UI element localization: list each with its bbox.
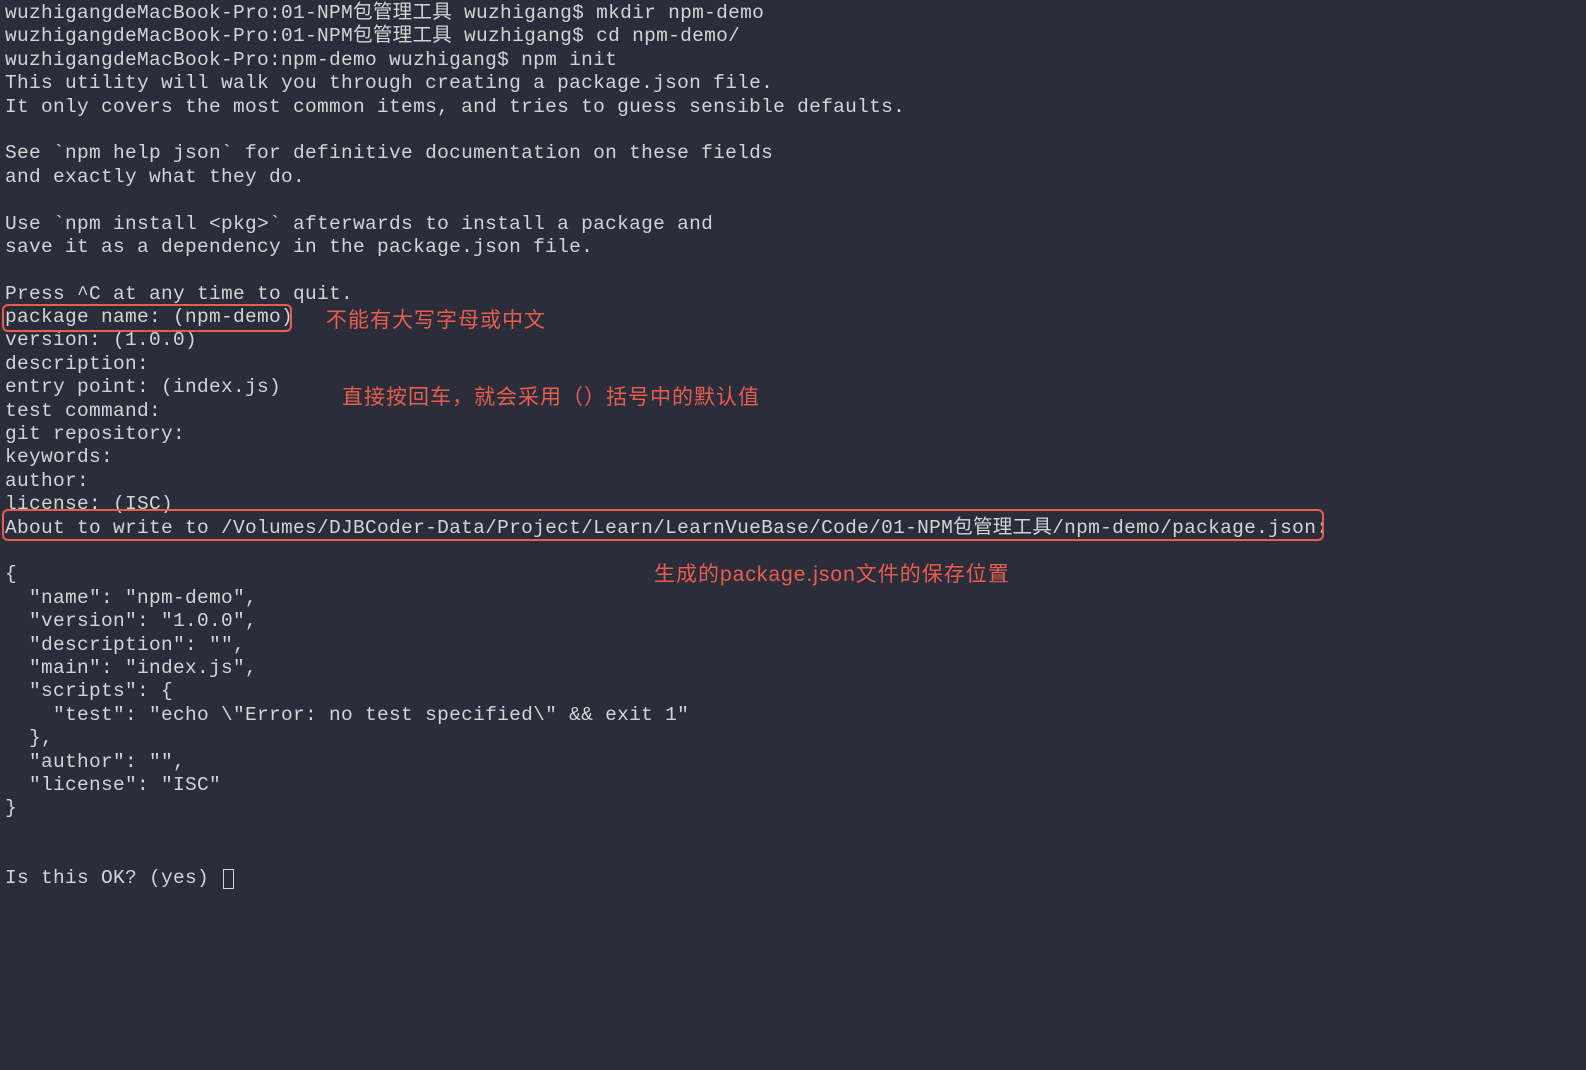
confirm-prompt-text: Is this OK? (yes) (5, 867, 221, 889)
terminal-line: "version": "1.0.0", (5, 610, 1581, 633)
terminal-line-package-name: package name: (npm-demo) (5, 306, 1581, 329)
cursor-icon (223, 869, 234, 889)
terminal-line (5, 119, 1581, 142)
terminal-prompt-confirm[interactable]: Is this OK? (yes) (5, 867, 1581, 890)
terminal-line: license: (ISC) (5, 493, 1581, 516)
terminal-line (5, 259, 1581, 282)
terminal-line: "description": "", (5, 634, 1581, 657)
terminal-line: git repository: (5, 423, 1581, 446)
terminal-line: See `npm help json` for definitive docum… (5, 142, 1581, 165)
terminal-line: "scripts": { (5, 680, 1581, 703)
terminal-line (5, 189, 1581, 212)
terminal-line: "author": "", (5, 751, 1581, 774)
terminal-line (5, 540, 1581, 563)
terminal-line: author: (5, 470, 1581, 493)
terminal-line: test command: (5, 400, 1581, 423)
terminal-line: Press ^C at any time to quit. (5, 283, 1581, 306)
annotation-default-value: 直接按回车，就会采用（）括号中的默认值 (342, 385, 760, 410)
terminal-line: }, (5, 727, 1581, 750)
terminal-line: "name": "npm-demo", (5, 587, 1581, 610)
terminal-line: "license": "ISC" (5, 774, 1581, 797)
terminal-line: keywords: (5, 446, 1581, 469)
terminal-line: version: (1.0.0) (5, 329, 1581, 352)
terminal-line: wuzhigangdeMacBook-Pro:npm-demo wuzhigan… (5, 49, 1581, 72)
terminal-output[interactable]: wuzhigangdeMacBook-Pro:01-NPM包管理工具 wuzhi… (5, 2, 1581, 891)
terminal-line: save it as a dependency in the package.j… (5, 236, 1581, 259)
terminal-line: description: (5, 353, 1581, 376)
terminal-line (5, 821, 1581, 844)
terminal-line: "main": "index.js", (5, 657, 1581, 680)
terminal-line: and exactly what they do. (5, 166, 1581, 189)
terminal-line: This utility will walk you through creat… (5, 72, 1581, 95)
terminal-line: } (5, 797, 1581, 820)
terminal-line: It only covers the most common items, an… (5, 96, 1581, 119)
terminal-line: wuzhigangdeMacBook-Pro:01-NPM包管理工具 wuzhi… (5, 2, 1581, 25)
terminal-line: Use `npm install <pkg>` afterwards to in… (5, 213, 1581, 236)
terminal-line: wuzhigangdeMacBook-Pro:01-NPM包管理工具 wuzhi… (5, 25, 1581, 48)
terminal-line: entry point: (index.js) (5, 376, 1581, 399)
terminal-line-write-path: About to write to /Volumes/DJBCoder-Data… (5, 517, 1581, 540)
annotation-save-location: 生成的package.json文件的保存位置 (654, 562, 1010, 587)
terminal-line: "test": "echo \"Error: no test specified… (5, 704, 1581, 727)
annotation-package-name: 不能有大写字母或中文 (326, 308, 546, 333)
terminal-line (5, 844, 1581, 867)
